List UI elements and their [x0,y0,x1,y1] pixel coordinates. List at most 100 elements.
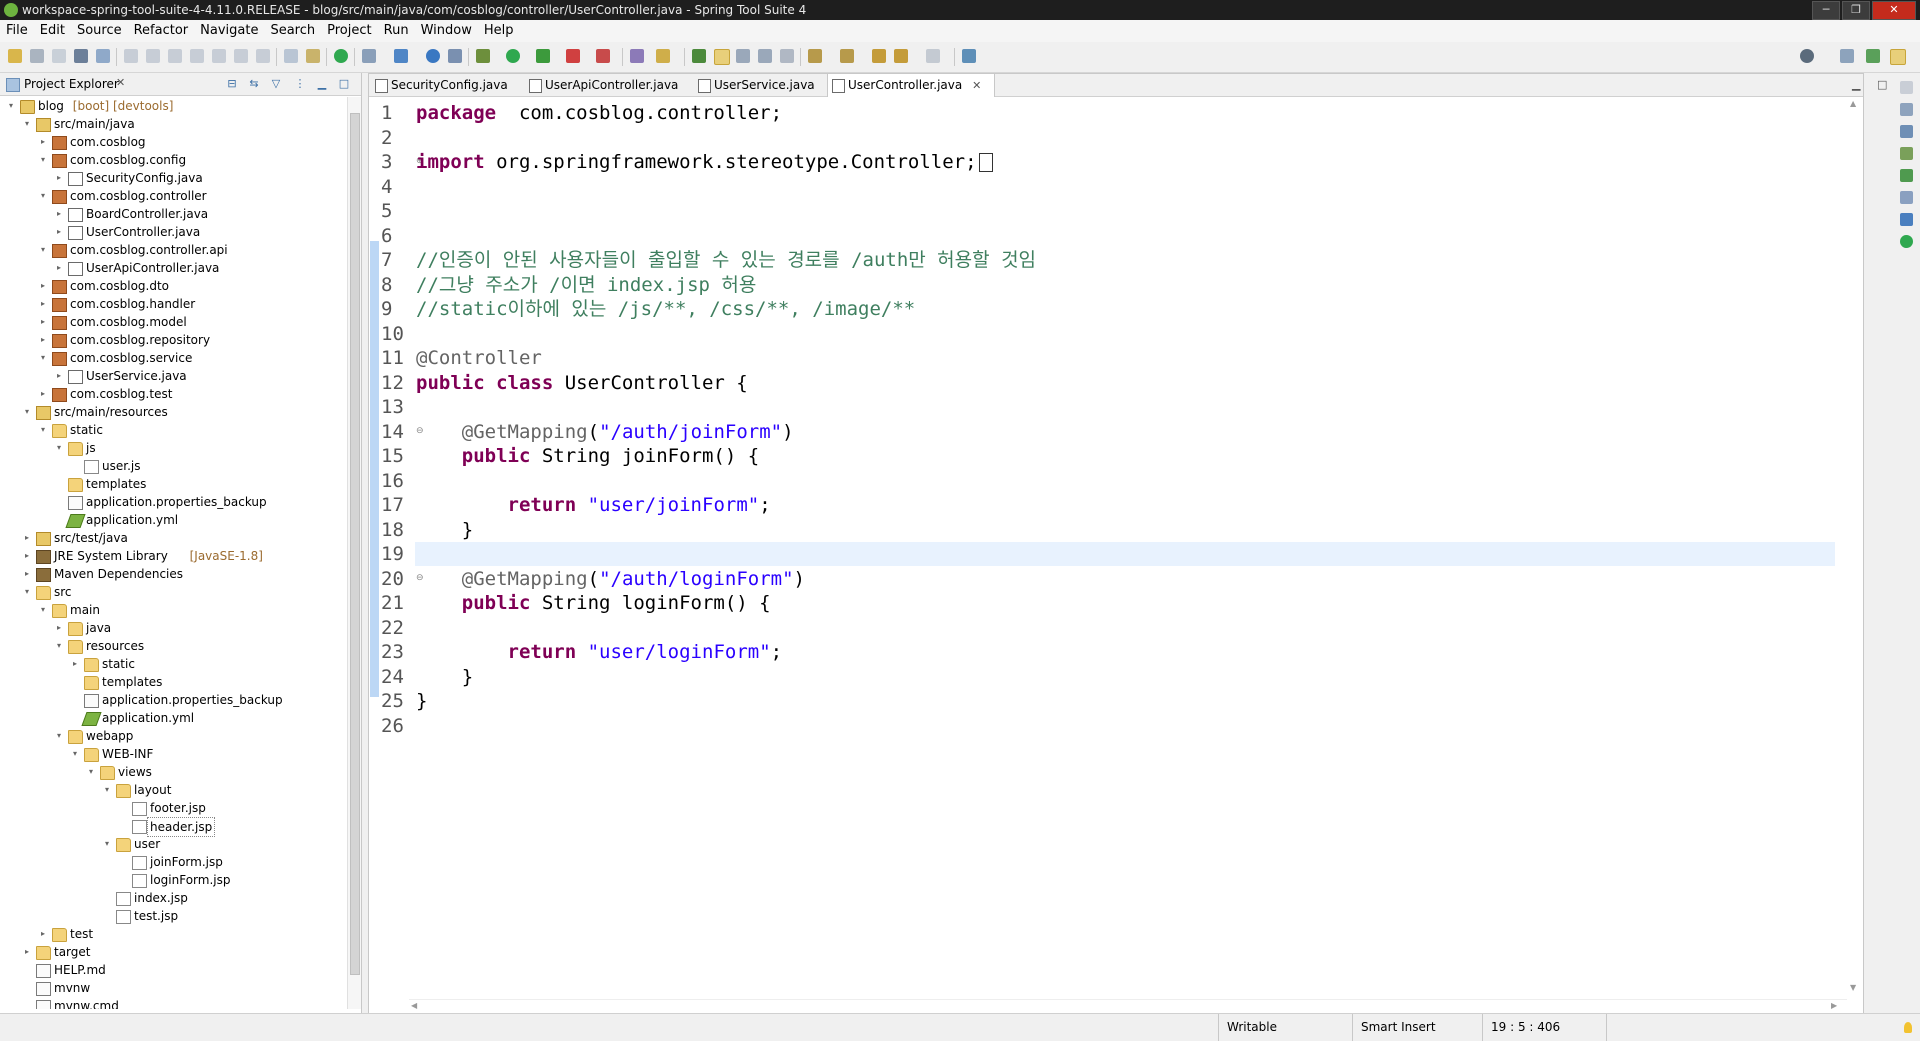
code-line[interactable]: public String joinForm() { [416,444,759,468]
tree-item[interactable]: ▾ webapp [0,727,345,745]
tree-item[interactable]: ▸ UserService.java [0,367,345,385]
code-line[interactable] [415,542,1835,566]
tree-expand-icon[interactable]: ▾ [38,421,48,439]
tree-item[interactable]: ▾ js [0,439,345,457]
tree-item[interactable]: ▾ static [0,421,345,439]
minimize-view-icon[interactable]: ▁ [316,78,328,90]
tree-item[interactable]: ▸ com.cosblog.dto [0,277,345,295]
tree-item[interactable]: mvnw.cmd [0,997,345,1009]
tree-item[interactable]: ▾ blog [boot] [devtools] [0,97,345,115]
new-java-class-icon[interactable] [394,49,408,63]
pin-editor-icon[interactable] [962,49,976,63]
save-icon[interactable] [30,49,44,63]
open-type-icon[interactable] [448,49,462,63]
tree-expand-icon[interactable]: ▾ [6,97,16,115]
code-line[interactable]: public String loginForm() { [416,591,771,615]
maximize-button[interactable]: ❐ [1842,1,1870,20]
drop-frame-icon[interactable] [284,49,298,63]
tree-expand-icon[interactable]: ▾ [22,583,32,601]
tree-expand-icon[interactable]: ▾ [70,745,80,763]
tree-item[interactable]: ▸ SecurityConfig.java [0,169,345,187]
code-line[interactable]: //그냥 주소가 /이면 index.jsp 허용 [416,273,756,297]
code-line[interactable]: } [416,665,473,689]
tree-item[interactable]: loginForm.jsp [0,871,345,889]
tree-item[interactable]: templates [0,673,345,691]
menu-refactor[interactable]: Refactor [128,20,195,42]
java-perspective-icon[interactable] [1890,49,1906,65]
tree-expand-icon[interactable]: ▸ [38,313,48,331]
close-view-icon[interactable]: ✕ [116,76,125,89]
disconnect-icon[interactable] [190,49,204,63]
code-line[interactable]: //인증이 안된 사용자들이 출입할 수 있는 경로를 /auth만 허용할 것… [416,248,1036,272]
tree-item[interactable]: ▾ layout [0,781,345,799]
menu-file[interactable]: File [0,20,34,42]
tree-item[interactable]: user.js [0,457,345,475]
tree-expand-icon[interactable]: ▸ [54,367,64,385]
collapse-all-icon[interactable]: ⊟ [226,78,238,90]
tree-expand-icon[interactable]: ▾ [38,187,48,205]
menu-edit[interactable]: Edit [34,20,71,42]
tree-expand-icon[interactable]: ▾ [86,763,96,781]
open-browser-icon[interactable] [426,49,440,63]
tab-userservice[interactable]: UserService.java [694,74,815,96]
tree-item[interactable]: ▸ java [0,619,345,637]
tree-expand-icon[interactable]: ▾ [22,403,32,421]
terminal-icon[interactable] [74,49,88,63]
use-step-filters-icon[interactable] [306,49,320,63]
run-coverage-icon[interactable] [536,49,550,63]
tree-item[interactable]: test.jsp [0,907,345,925]
menu-run[interactable]: Run [378,20,415,42]
search-icon[interactable] [1800,49,1814,63]
spring-perspective-icon[interactable] [1866,49,1880,63]
step-over-icon[interactable] [234,49,248,63]
outline-view-icon[interactable] [1900,103,1913,116]
next-annotation-icon[interactable] [808,49,822,63]
tree-item[interactable]: ▾ src/main/resources [0,403,345,421]
tree-expand-icon[interactable]: ▸ [22,529,32,547]
menu-help[interactable]: Help [478,20,520,42]
annotation-icon[interactable] [656,49,670,63]
tree-expand-icon[interactable]: ▸ [22,943,32,961]
tree-item[interactable]: ▸ UserApiController.java [0,259,345,277]
suspend-icon[interactable] [146,49,160,63]
tree-expand-icon[interactable]: ▸ [54,619,64,637]
tree-item[interactable]: ▾ WEB-INF [0,745,345,763]
tree-expand-icon[interactable]: ▸ [54,169,64,187]
tree-expand-icon[interactable]: ▸ [54,205,64,223]
tree-item[interactable]: ▾ views [0,763,345,781]
toggle-breadcrumb-icon[interactable] [692,49,706,63]
minimize-editor-icon[interactable]: ▁ [1852,78,1860,91]
tree-expand-icon[interactable]: ▾ [38,241,48,259]
tree-expand-icon[interactable]: ▸ [22,565,32,583]
code-line[interactable]: } [416,689,427,713]
code-line[interactable]: package com.cosblog.controller; [416,101,782,125]
last-edit-icon[interactable] [872,49,886,63]
external-tools-icon[interactable] [566,49,580,63]
editor-horizontal-scrollbar[interactable]: ◀ ▶ [409,999,1847,1014]
maximize-editor-icon[interactable]: □ [1877,78,1887,91]
tree-expand-icon[interactable]: ▸ [54,223,64,241]
tree-item[interactable]: ▸ static [0,655,345,673]
previous-annotation-icon[interactable] [840,49,854,63]
tree-item[interactable]: templates [0,475,345,493]
new-icon[interactable] [8,49,22,63]
tree-expand-icon[interactable]: ▾ [54,439,64,457]
tree-expand-icon[interactable]: ▸ [38,925,48,943]
tree-item[interactable]: ▸ com.cosblog.handler [0,295,345,313]
tree-expand-icon[interactable]: ▾ [54,727,64,745]
scroll-left-icon[interactable]: ◀ [411,1001,417,1010]
tree-item[interactable]: ▾ com.cosblog.config [0,151,345,169]
tree-item[interactable]: application.properties_backup [0,691,345,709]
tree-item[interactable]: ▸ JRE System Library [JavaSE-1.8] [0,547,345,565]
tree-item[interactable]: header.jsp [0,817,345,837]
task-list-icon[interactable] [1900,125,1913,138]
tree-expand-icon[interactable]: ▾ [38,151,48,169]
tree-item[interactable]: ▾ src/main/java [0,115,345,133]
step-into-icon[interactable] [212,49,226,63]
menu-project[interactable]: Project [321,20,377,42]
tree-expand-icon[interactable]: ▾ [38,601,48,619]
forward-icon[interactable] [926,49,940,63]
tree-expand-icon[interactable]: ▸ [38,277,48,295]
tree-item[interactable]: HELP.md [0,961,345,979]
tree-item[interactable]: footer.jsp [0,799,345,817]
